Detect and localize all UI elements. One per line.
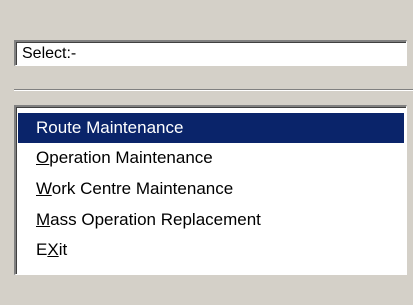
select-field[interactable]: Select:- — [14, 40, 407, 66]
menu-item-label: Route Maintenance — [36, 118, 184, 137]
menu-item-exit[interactable]: EXit — [18, 235, 404, 265]
select-field-value: Select:- — [22, 45, 77, 62]
menu-item-label: Operation Maintenance — [36, 148, 213, 167]
menu-item-label: Mass Operation Replacement — [36, 210, 261, 229]
menu-item-route-maintenance[interactable]: Route Maintenance — [18, 113, 404, 143]
menu-item-label: Work Centre Maintenance — [36, 179, 234, 198]
separator-line-highlight — [14, 90, 413, 91]
menu-list[interactable]: Route Maintenance Operation Maintenance … — [14, 105, 407, 275]
menu-item-label: EXit — [36, 240, 68, 259]
menu-item-work-centre-maintenance[interactable]: Work Centre Maintenance — [18, 174, 404, 204]
menu-item-operation-maintenance[interactable]: Operation Maintenance — [18, 143, 404, 173]
menu-item-mass-operation-replacement[interactable]: Mass Operation Replacement — [18, 205, 404, 235]
